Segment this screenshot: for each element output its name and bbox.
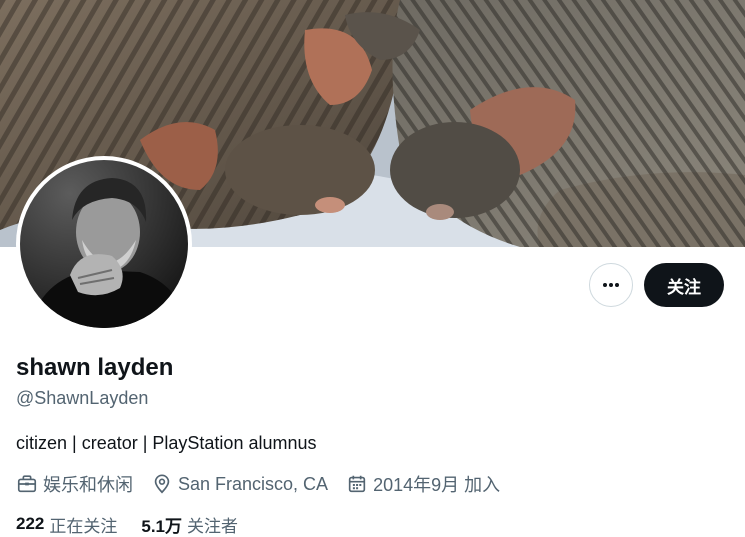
follow-button[interactable]: 关注 — [644, 263, 724, 307]
briefcase-icon — [17, 475, 37, 493]
profile-joined-label: 2014年9月 加入 — [373, 475, 501, 495]
location-pin-icon — [154, 474, 170, 494]
profile-location-label: San Francisco, CA — [178, 473, 329, 494]
profile-joined: 2014年9月 加入 — [346, 471, 500, 497]
avatar-photo — [20, 160, 188, 328]
profile-category: 娱乐和休闲 — [16, 471, 133, 497]
following-label: 正在关注 — [49, 516, 118, 536]
followers-label: 关注者 — [187, 516, 239, 536]
more-options-button[interactable] — [589, 263, 633, 307]
profile-avatar[interactable] — [16, 156, 192, 332]
following-count: 222 — [16, 514, 45, 533]
profile-location: San Francisco, CA — [151, 473, 328, 495]
profile-handle: @ShawnLayden — [16, 388, 149, 408]
profile-bio: citizen | creator | PlayStation alumnus — [16, 433, 317, 453]
profile-category-label: 娱乐和休闲 — [43, 475, 133, 495]
profile-meta: 娱乐和休闲 San Francisco, CA 2014年9月 加入 — [16, 470, 518, 498]
calendar-icon — [348, 475, 366, 493]
followers-count: 5.1万 — [141, 516, 183, 536]
profile-name: shawn layden — [16, 354, 174, 381]
following-link[interactable]: 222 正在关注 — [16, 512, 117, 537]
followers-link[interactable]: 5.1万 关注者 — [141, 512, 238, 537]
more-icon — [603, 283, 619, 287]
profile-stats: 222 正在关注 5.1万 关注者 — [16, 511, 262, 537]
